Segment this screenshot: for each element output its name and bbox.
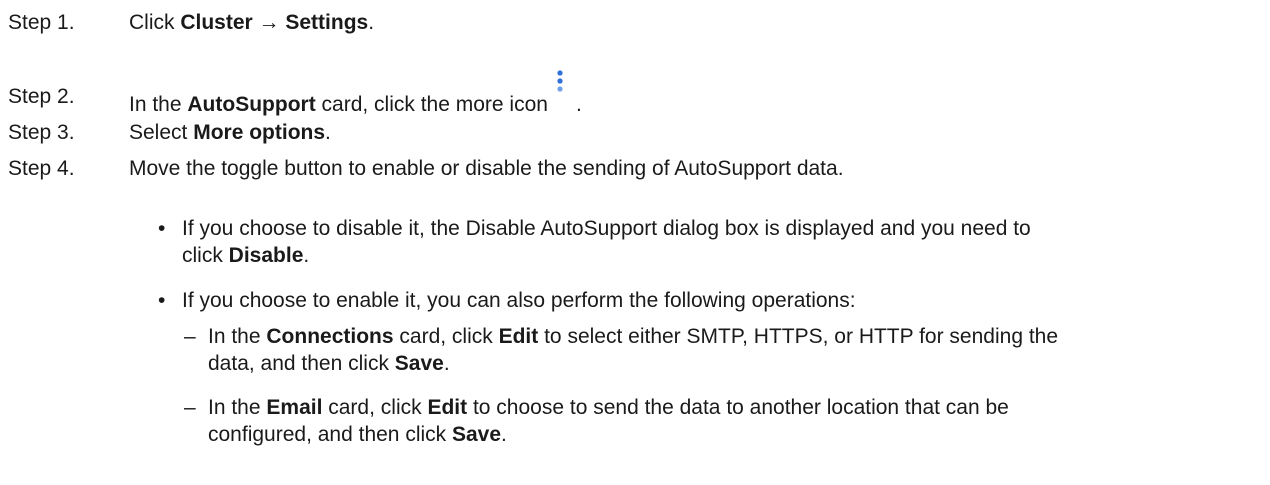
text-fragment: In the xyxy=(208,325,267,348)
bullet-mark: • xyxy=(158,289,166,312)
menu-path: Cluster → Settings xyxy=(180,11,369,34)
text-line: click Disable. xyxy=(182,242,1250,269)
text-fragment: . xyxy=(303,244,310,267)
card-name: AutoSupport xyxy=(187,93,316,116)
text-fragment: to choose to send the data to another lo… xyxy=(467,396,1009,419)
button-name: Save xyxy=(394,352,444,375)
step-label: Step 4. xyxy=(8,157,75,180)
text-fragment: data, and then click xyxy=(208,352,395,375)
step-text: Click Cluster → Settings. xyxy=(129,9,1250,36)
text-fragment: . xyxy=(325,121,331,144)
text-line: data, and then click Save. xyxy=(208,350,1250,377)
card-name: Connections xyxy=(266,325,394,348)
text-fragment: to select either SMTP, HTTPS, or HTTP fo… xyxy=(538,325,1059,348)
step-label: Step 1. xyxy=(8,11,75,34)
text-fragment: . xyxy=(501,423,507,446)
list-item: • If you choose to disable it, the Disab… xyxy=(158,215,1250,269)
text-fragment: configured, and then click xyxy=(208,423,452,446)
step-label: Step 3. xyxy=(8,121,75,144)
text-line: In the Connections card, click Edit to s… xyxy=(208,323,1250,350)
step-text: Move the toggle button to enable or disa… xyxy=(129,157,844,180)
text-fragment: click xyxy=(182,244,229,267)
step-label: Step 2. xyxy=(8,85,75,108)
list-item-text: In the Email card, click Edit to choose … xyxy=(208,394,1250,448)
text-fragment: In the xyxy=(129,93,188,116)
list-item-text: If you choose to enable it, you can also… xyxy=(182,289,856,312)
text-fragment: Select xyxy=(129,121,194,144)
bullet-mark: • xyxy=(158,217,166,240)
step-text: Select More options. xyxy=(129,119,1250,146)
text-fragment: card, click xyxy=(393,325,499,348)
list-item-text: If you choose to disable it, the Disable… xyxy=(182,215,1250,269)
dash-mark: – xyxy=(184,325,196,348)
list-item-text: In the Connections card, click Edit to s… xyxy=(208,323,1250,377)
text-fragment: . xyxy=(575,93,582,116)
dash-mark: – xyxy=(184,396,196,419)
card-name: Email xyxy=(266,396,323,419)
option-name: More options xyxy=(193,121,326,144)
text-fragment: In the xyxy=(208,396,267,419)
button-name: Save xyxy=(451,423,502,446)
button-name: Disable xyxy=(228,244,304,267)
text-fragment: . xyxy=(368,11,375,34)
step-text: In the AutoSupport card, click the more … xyxy=(129,70,1250,118)
more-vertical-icon xyxy=(554,70,576,113)
button-name: Edit xyxy=(498,325,539,348)
text-fragment: Click xyxy=(129,11,181,34)
text-fragment: card, click xyxy=(322,396,428,419)
text-line: If you choose to disable it, the Disable… xyxy=(182,217,1031,240)
text-fragment: card, click the more icon xyxy=(315,93,548,116)
text-line: In the Email card, click Edit to choose … xyxy=(208,394,1250,421)
text-line: configured, and then click Save. xyxy=(208,421,1250,448)
button-name: Edit xyxy=(427,396,468,419)
text-fragment: . xyxy=(443,352,450,375)
